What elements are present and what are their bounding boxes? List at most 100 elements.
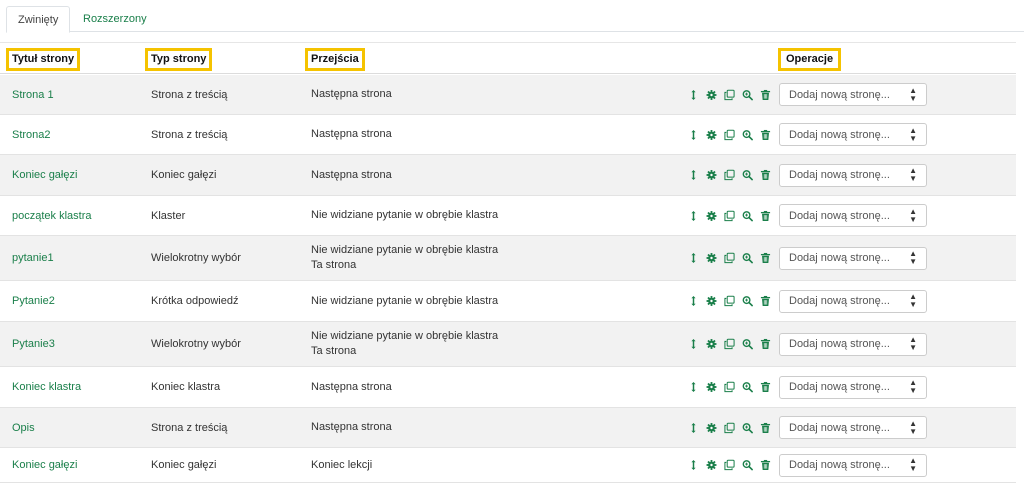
table-row: Strona2 Strona z treścią Następna strona Do… (0, 115, 1016, 155)
tab-collapsed[interactable]: Zwinięty (6, 6, 71, 33)
page-title-link[interactable]: Koniec gałęzi (12, 448, 77, 482)
trash-icon[interactable] (760, 295, 771, 307)
add-page-select-wrap: Dodaj nową stronę... ▲ ▼ (779, 448, 927, 482)
row-actions (688, 155, 771, 195)
gear-icon[interactable] (706, 381, 717, 393)
move-icon[interactable] (688, 252, 699, 264)
transition-text: Nie widziane pytanie w obrębie klastra (311, 244, 499, 256)
zoom-icon[interactable] (742, 89, 753, 101)
row-actions (688, 236, 771, 280)
add-page-select[interactable]: Dodaj nową stronę... ▲ ▼ (779, 123, 927, 146)
copy-icon[interactable] (724, 459, 735, 471)
page-title-link[interactable]: Koniec gałęzi (12, 155, 77, 195)
copy-icon[interactable] (724, 295, 735, 307)
trash-icon[interactable] (760, 89, 771, 101)
add-page-select[interactable]: Dodaj nową stronę... ▲ ▼ (779, 453, 927, 477)
page-type: Koniec gałęzi (151, 169, 217, 181)
copy-icon[interactable] (724, 252, 735, 264)
page-title-link[interactable]: początek klastra (12, 196, 91, 235)
zoom-icon[interactable] (742, 169, 753, 181)
add-page-select[interactable]: Dodaj nową stronę... ▲ ▼ (779, 289, 927, 313)
trash-icon[interactable] (760, 210, 771, 222)
add-page-select-wrap: Dodaj nową stronę... ▲ ▼ (779, 281, 927, 321)
trash-icon[interactable] (760, 422, 771, 434)
trash-icon[interactable] (760, 381, 771, 393)
gear-icon[interactable] (706, 89, 717, 101)
trash-icon[interactable] (760, 169, 771, 181)
gear-icon[interactable] (706, 210, 717, 222)
copy-icon[interactable] (724, 381, 735, 393)
copy-icon[interactable] (724, 89, 735, 101)
tab-expanded[interactable]: Rozszerzony (72, 6, 158, 33)
move-icon[interactable] (688, 210, 699, 222)
add-page-select-wrap: Dodaj nową stronę... ▲ ▼ (779, 367, 927, 407)
gear-icon[interactable] (706, 129, 717, 141)
trash-icon[interactable] (760, 129, 771, 141)
gear-icon[interactable] (706, 338, 717, 350)
zoom-icon[interactable] (742, 252, 753, 264)
add-page-select-value: Dodaj nową stronę... (789, 252, 890, 264)
transition-text: Nie widziane pytanie w obrębie klastra (311, 330, 499, 342)
add-page-select-wrap: Dodaj nową stronę... ▲ ▼ (779, 236, 927, 280)
zoom-icon[interactable] (742, 381, 753, 393)
add-page-select[interactable]: Dodaj nową stronę... ▲ ▼ (779, 246, 927, 270)
copy-icon[interactable] (724, 169, 735, 181)
page-transitions: Nie widziane pytanie w obrębie klastra (311, 281, 498, 321)
page-title-link[interactable]: Strona2 (12, 115, 51, 154)
select-caret-icon: ▲ ▼ (909, 249, 917, 266)
zoom-icon[interactable] (742, 210, 753, 222)
copy-icon[interactable] (724, 422, 735, 434)
gear-icon[interactable] (706, 295, 717, 307)
zoom-icon[interactable] (742, 338, 753, 350)
page-transitions: Nie widziane pytanie w obrębie klastra Ta… (311, 236, 498, 280)
zoom-icon[interactable] (742, 295, 753, 307)
page-title-link[interactable]: Opis (12, 408, 35, 447)
zoom-icon[interactable] (742, 459, 753, 471)
move-icon[interactable] (688, 89, 699, 101)
move-icon[interactable] (688, 169, 699, 181)
transition-text: Następna strona (311, 88, 392, 100)
add-page-select[interactable]: Dodaj nową stronę... ▲ ▼ (779, 416, 927, 439)
gear-icon[interactable] (706, 422, 717, 434)
select-caret-icon: ▲ ▼ (909, 378, 917, 395)
move-icon[interactable] (688, 338, 699, 350)
add-page-select[interactable]: Dodaj nową stronę... ▲ ▼ (779, 375, 927, 399)
move-icon[interactable] (688, 129, 699, 141)
gear-icon[interactable] (706, 252, 717, 264)
gear-icon[interactable] (706, 459, 717, 471)
page-title-link[interactable]: Pytanie2 (12, 281, 55, 321)
zoom-icon[interactable] (742, 129, 753, 141)
add-page-select-value: Dodaj nową stronę... (789, 338, 890, 350)
add-page-select[interactable]: Dodaj nową stronę... ▲ ▼ (779, 332, 927, 356)
page-title-link[interactable]: Koniec klastra (12, 367, 81, 407)
move-icon[interactable] (688, 295, 699, 307)
move-icon[interactable] (688, 381, 699, 393)
zoom-icon[interactable] (742, 422, 753, 434)
page-type: Krótka odpowiedź (151, 295, 239, 307)
trash-icon[interactable] (760, 252, 771, 264)
page-transitions: Następna strona (311, 367, 392, 407)
copy-icon[interactable] (724, 129, 735, 141)
page-transitions: Nie widziane pytanie w obrębie klastra Ta… (311, 322, 498, 366)
add-page-select[interactable]: Dodaj nową stronę... ▲ ▼ (779, 163, 927, 187)
trash-icon[interactable] (760, 338, 771, 350)
copy-icon[interactable] (724, 210, 735, 222)
row-actions (688, 75, 771, 114)
add-page-select[interactable]: Dodaj nową stronę... ▲ ▼ (779, 204, 927, 227)
add-page-select[interactable]: Dodaj nową stronę... ▲ ▼ (779, 83, 927, 106)
page-title-link[interactable]: Strona 1 (12, 75, 54, 114)
page-title-link[interactable]: pytanie1 (12, 236, 54, 280)
page-title-link[interactable]: Pytanie3 (12, 322, 55, 366)
select-caret-icon: ▲ ▼ (909, 335, 917, 352)
gear-icon[interactable] (706, 169, 717, 181)
move-icon[interactable] (688, 459, 699, 471)
transition-text: Nie widziane pytanie w obrębie klastra (311, 294, 499, 307)
copy-icon[interactable] (724, 338, 735, 350)
row-actions (688, 367, 771, 407)
header-transitions: Przejścia (305, 48, 365, 71)
move-icon[interactable] (688, 422, 699, 434)
tab-bar: Zwinięty Rozszerzony (6, 6, 1024, 33)
select-caret-icon: ▲ ▼ (909, 292, 917, 309)
trash-icon[interactable] (760, 459, 771, 471)
add-page-select-value: Dodaj nową stronę... (789, 169, 890, 181)
